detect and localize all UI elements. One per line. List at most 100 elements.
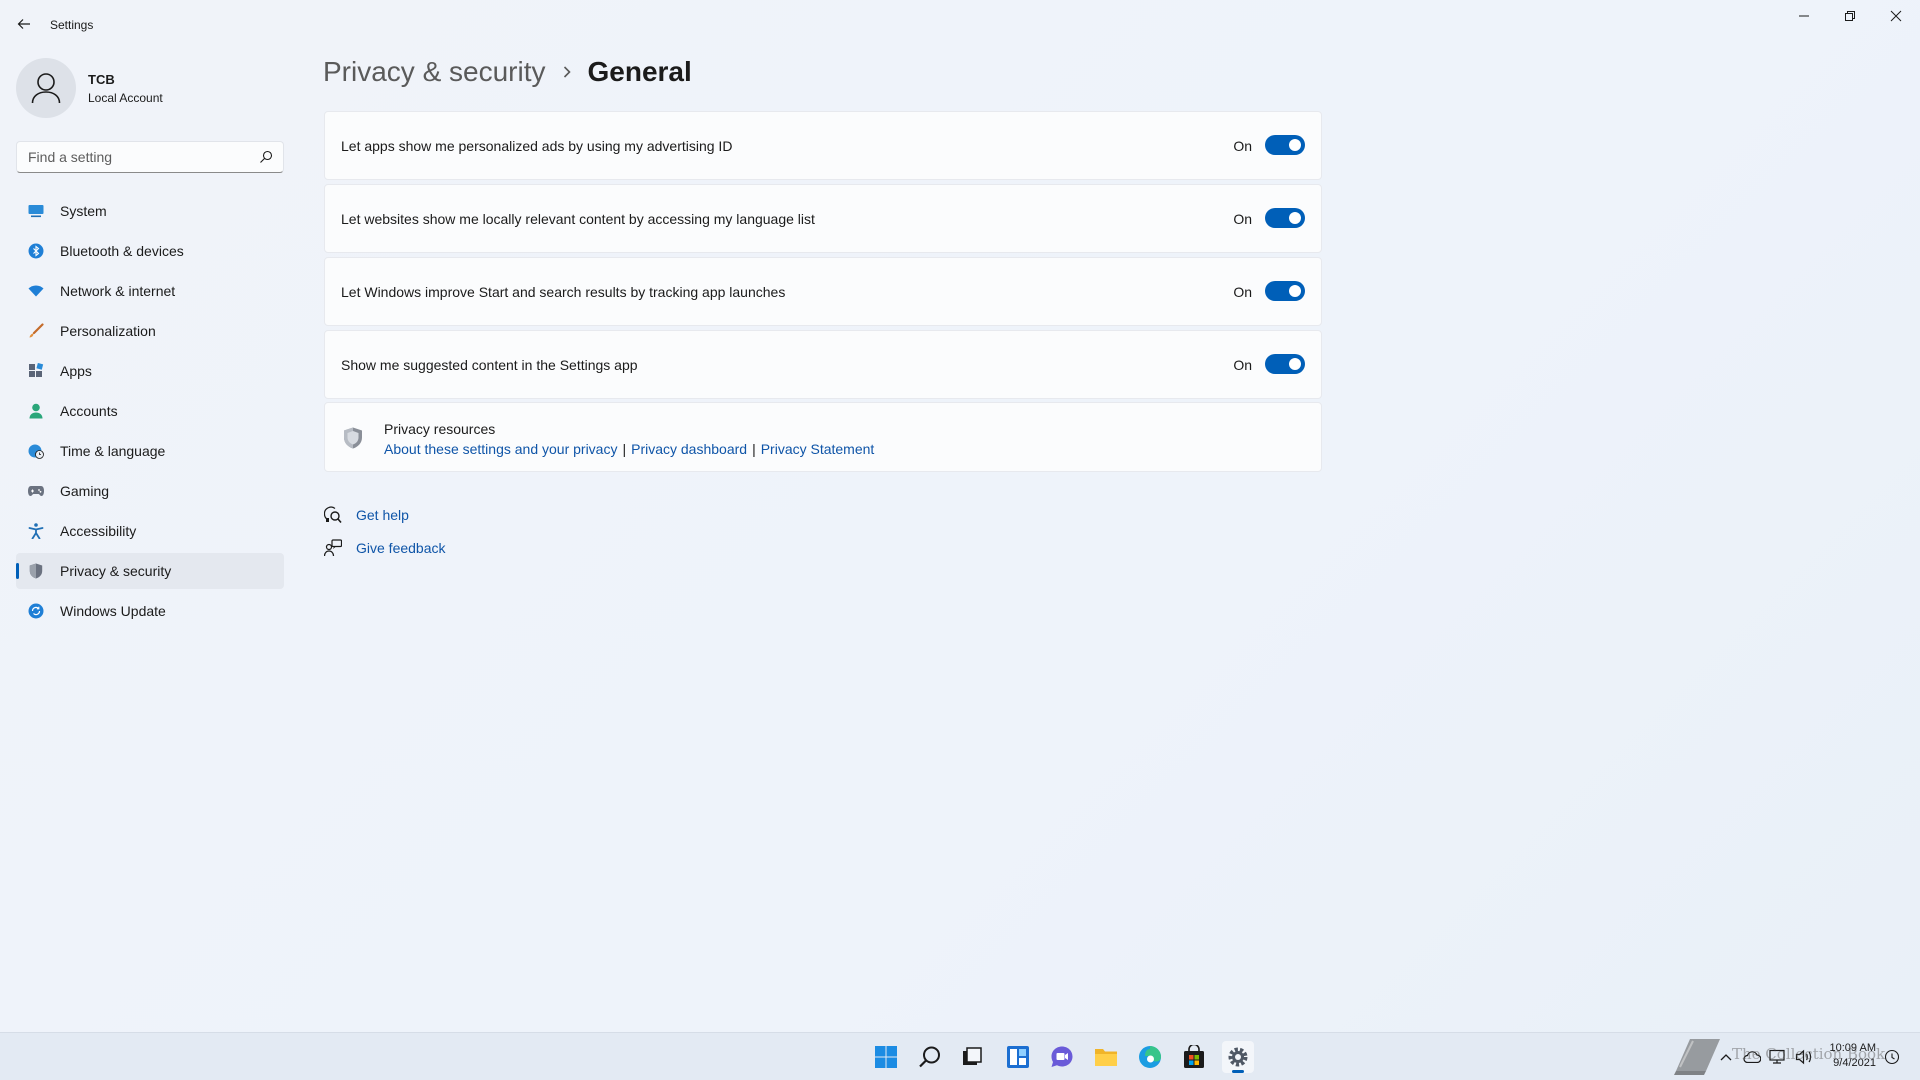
sidebar-item-label: Accounts <box>60 403 118 419</box>
toggle-knob <box>1289 139 1301 151</box>
setting-card-language-list: Let websites show me locally relevant co… <box>324 184 1322 253</box>
shield-icon <box>28 563 44 579</box>
sidebar-item-gaming[interactable]: Gaming <box>16 473 284 509</box>
store-icon <box>1184 1045 1204 1068</box>
apps-icon <box>28 363 44 379</box>
toggle-knob <box>1289 285 1301 297</box>
book-watermark-icon <box>1674 1039 1720 1075</box>
sidebar-item-label: Personalization <box>60 323 156 339</box>
folder-icon <box>1095 1049 1117 1066</box>
file-explorer-button[interactable] <box>1090 1041 1122 1073</box>
breadcrumb-parent[interactable]: Privacy & security <box>323 56 546 88</box>
title-bar: Settings <box>0 0 1920 48</box>
account-type: Local Account <box>88 91 163 105</box>
sidebar-item-apps[interactable]: Apps <box>16 353 284 389</box>
minimize-button[interactable] <box>1781 0 1827 32</box>
sidebar-item-label: Windows Update <box>60 603 166 619</box>
wifi-icon <box>28 283 44 299</box>
chat-button[interactable] <box>1046 1041 1078 1073</box>
back-arrow-icon <box>17 19 30 29</box>
privacy-statement-link[interactable]: Privacy Statement <box>761 441 875 457</box>
close-button[interactable] <box>1873 0 1919 32</box>
toggle-state-label: On <box>1233 138 1252 154</box>
close-icon <box>1890 10 1902 22</box>
user-icon <box>31 73 61 104</box>
globe-clock-icon <box>28 443 44 459</box>
chat-icon <box>1051 1046 1073 1067</box>
edge-icon <box>1139 1046 1161 1068</box>
sidebar-item-system[interactable]: System <box>16 193 284 229</box>
gear-icon <box>1228 1047 1248 1067</box>
minimize-icon <box>1799 15 1809 17</box>
setting-card-advertising-id: Let apps show me personalized ads by usi… <box>324 111 1322 180</box>
setting-label: Show me suggested content in the Setting… <box>341 357 638 373</box>
about-privacy-link[interactable]: About these settings and your privacy <box>384 441 617 457</box>
edge-browser-button[interactable] <box>1134 1041 1166 1073</box>
toggle-state-label: On <box>1233 357 1252 373</box>
privacy-dashboard-link[interactable]: Privacy dashboard <box>631 441 747 457</box>
breadcrumb: Privacy & security General <box>323 56 692 88</box>
notification-icon <box>1884 1049 1900 1065</box>
get-help-label: Get help <box>356 507 409 523</box>
task-view-button[interactable] <box>956 1041 988 1073</box>
settings-app-button[interactable] <box>1222 1041 1254 1073</box>
sidebar-item-label: Privacy & security <box>60 563 172 579</box>
sidebar-item-privacy-security[interactable]: Privacy & security <box>16 553 284 589</box>
setting-label: Let websites show me locally relevant co… <box>341 211 815 227</box>
selection-indicator <box>16 563 19 579</box>
taskbar-search-button[interactable] <box>914 1041 946 1073</box>
restore-button[interactable] <box>1827 0 1873 32</box>
gamepad-icon <box>28 483 44 499</box>
link-separator: | <box>622 441 627 457</box>
search-icon[interactable] <box>259 150 273 164</box>
help-icon <box>323 505 343 525</box>
page-title: General <box>587 56 692 87</box>
back-button[interactable] <box>14 14 34 34</box>
give-feedback-link[interactable]: Give feedback <box>323 538 446 558</box>
setting-label: Let apps show me personalized ads by usi… <box>341 138 733 154</box>
advertising-id-toggle[interactable] <box>1265 135 1305 155</box>
search-box <box>16 141 284 173</box>
sidebar-item-personalization[interactable]: Personalization <box>16 313 284 349</box>
privacy-resources-card: Privacy resources About these settings a… <box>324 402 1322 472</box>
sidebar-item-label: Accessibility <box>60 523 137 539</box>
accessibility-icon <box>28 523 44 539</box>
brush-icon <box>28 323 44 339</box>
windows-logo-icon <box>875 1046 897 1068</box>
sidebar-item-time-language[interactable]: Time & language <box>16 433 284 469</box>
get-help-link[interactable]: Get help <box>323 505 409 525</box>
user-name: TCB <box>88 72 115 87</box>
widgets-button[interactable] <box>1002 1041 1034 1073</box>
search-icon <box>919 1046 940 1068</box>
sidebar-item-label: Network & internet <box>60 283 176 299</box>
link-separator: | <box>752 441 756 457</box>
watermark-text: The Collection Book <box>1732 1045 1886 1063</box>
sidebar-nav: System Bluetooth & devices Network & int… <box>16 193 284 633</box>
widgets-icon <box>1007 1046 1029 1068</box>
app-launches-toggle[interactable] <box>1265 281 1305 301</box>
privacy-resources-title: Privacy resources <box>384 421 496 437</box>
sidebar-item-accessibility[interactable]: Accessibility <box>16 513 284 549</box>
language-list-toggle[interactable] <box>1265 208 1305 228</box>
person-icon <box>28 403 44 419</box>
sidebar-item-label: Bluetooth & devices <box>60 243 184 259</box>
sidebar-item-label: Gaming <box>60 483 110 499</box>
sidebar-item-bluetooth[interactable]: Bluetooth & devices <box>16 233 284 269</box>
shield-icon <box>344 427 362 449</box>
sidebar-item-windows-update[interactable]: Windows Update <box>16 593 284 629</box>
toggle-knob <box>1289 212 1301 224</box>
active-app-indicator <box>1232 1070 1244 1073</box>
setting-card-app-launches: Let Windows improve Start and search res… <box>324 257 1322 326</box>
sidebar-item-accounts[interactable]: Accounts <box>16 393 284 429</box>
search-input[interactable] <box>17 142 247 172</box>
chevron-right-icon <box>562 65 572 79</box>
app-title: Settings <box>50 18 94 32</box>
store-button[interactable] <box>1178 1041 1210 1073</box>
toggle-state-label: On <box>1233 284 1252 300</box>
start-button[interactable] <box>870 1041 902 1073</box>
sidebar-item-label: Time & language <box>60 443 166 459</box>
avatar[interactable] <box>16 58 76 118</box>
suggested-content-toggle[interactable] <box>1265 354 1305 374</box>
setting-card-suggested-content: Show me suggested content in the Setting… <box>324 330 1322 399</box>
sidebar-item-network[interactable]: Network & internet <box>16 273 284 309</box>
